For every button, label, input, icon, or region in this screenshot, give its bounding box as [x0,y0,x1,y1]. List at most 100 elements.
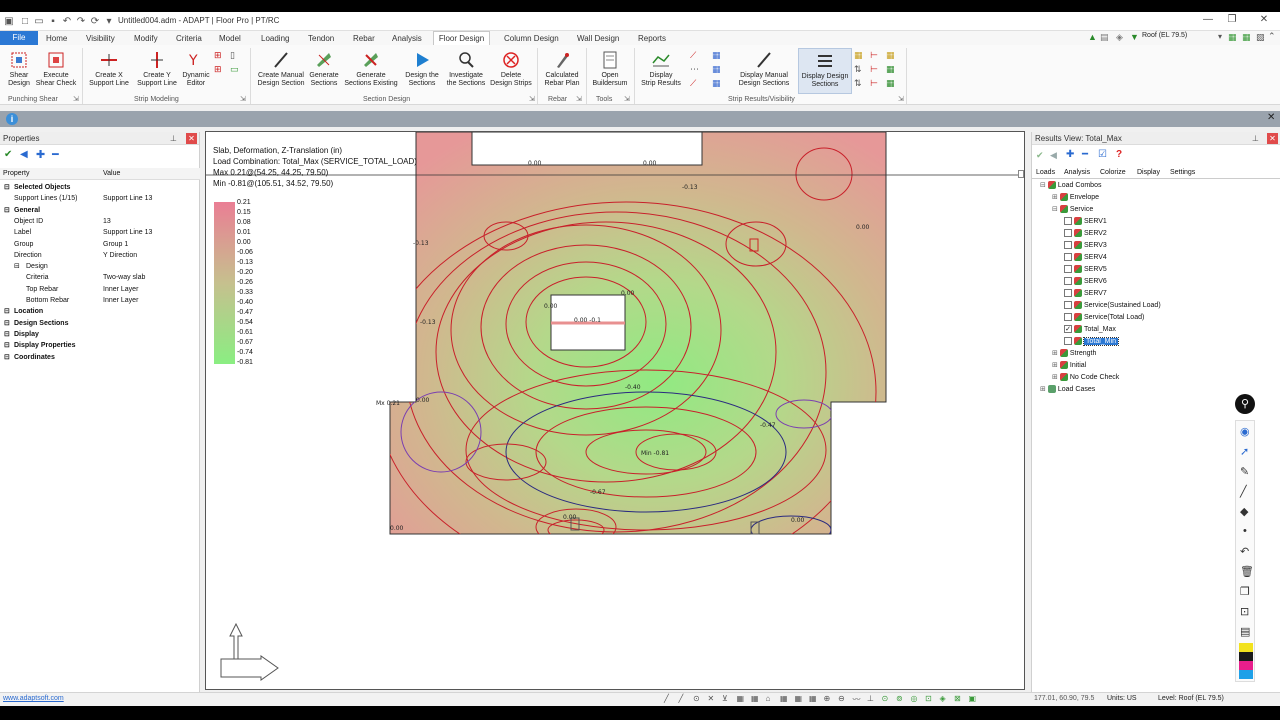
result-tool-icon[interactable]: ⟋ [690,78,696,89]
create-manual-design-section-button[interactable]: Create Manual Design Section [254,50,308,88]
design-the-sections-button[interactable]: Design the Sections [402,50,442,88]
undo-icon[interactable]: ↶ [1240,545,1249,558]
property-row[interactable]: Criteria Two-way slab [0,272,200,283]
view-icon-1[interactable]: ▦ [1228,32,1237,43]
close-results-icon[interactable]: ✕ [1267,133,1278,144]
property-value[interactable]: Support Line 13 [103,227,152,238]
status-tool-icon[interactable]: ▦ [795,694,803,703]
clipboard-icon[interactable]: ▤ [1240,625,1250,638]
expand-icon[interactable]: ⊟ [4,329,10,340]
select-cursor-icon[interactable]: ➚ [1240,445,1249,458]
delete-design-strips-button[interactable]: Delete Design Strips [488,50,534,88]
status-tool-icon[interactable]: ◎ [911,694,918,703]
status-tool-icon[interactable]: ⌂ [766,694,771,703]
remove-icon[interactable]: ━ [52,148,59,161]
property-value[interactable]: Inner Layer [103,295,138,306]
property-row[interactable]: Top Rebar Inner Layer [0,284,200,295]
close-info-icon[interactable]: ✕ [1267,112,1275,123]
status-tool-icon[interactable]: ⊡ [925,694,932,703]
remove-icon[interactable]: ━ [1082,149,1088,160]
checkbox[interactable] [1064,313,1072,322]
property-row[interactable]: Label Support Line 13 [0,227,200,238]
property-value[interactable]: Inner Layer [103,284,138,295]
checkbox[interactable] [1064,337,1072,346]
property-row[interactable]: ⊟ Design Sections [0,318,200,329]
strip-tool-icon[interactable]: ▯ [230,50,235,61]
expand-icon[interactable]: ⊞ [1052,362,1058,369]
tree-no-code-check[interactable]: ⊞ No Code Check [1052,373,1119,383]
menu-model[interactable]: Model [219,34,241,43]
view-icon-2[interactable]: ▦ [1242,32,1251,43]
tree-serv-6[interactable]: SERV6 [1064,277,1107,287]
property-row[interactable]: ⊟ Selected Objects [0,182,200,193]
status-tool-icon[interactable]: ⊠ [954,694,961,703]
property-row[interactable]: Direction Y Direction [0,250,200,261]
vis-tool-icon[interactable]: ▦ [886,78,895,89]
view-icon-3[interactable]: ▧ [1256,32,1265,43]
status-tool-icon[interactable]: ⊖ [838,694,845,703]
menu-modify[interactable]: Modify [134,34,158,43]
refresh-icon[interactable]: ⟳ [88,14,102,28]
apply-icon[interactable]: ✔ [1036,150,1044,161]
status-tool-icon[interactable]: ⊚ [896,694,903,703]
apply-icon[interactable]: ✔ [4,149,12,160]
minimize-button[interactable]: — [1196,14,1220,28]
property-row[interactable]: ⊟ Coordinates [0,352,200,363]
property-row[interactable]: Support Lines (1/15) Support Line 13 [0,193,200,204]
expand-icon[interactable]: ⊟ [4,182,10,193]
layers-icon[interactable]: ▤ [1100,32,1109,43]
copy-icon[interactable]: ❐ [1240,585,1250,598]
checkbox[interactable] [1064,301,1072,310]
checkbox[interactable] [1064,265,1072,274]
property-value[interactable]: Group 1 [103,239,128,250]
menu-wall-design[interactable]: Wall Design [577,34,619,43]
status-tool-icon[interactable]: ⊙ [693,694,700,703]
line-tool-icon[interactable]: ╱ [1240,485,1247,498]
status-tool-icon[interactable]: ▣ [969,694,977,703]
tab-loads[interactable]: Loads [1036,169,1055,176]
property-row[interactable]: ⊟ General [0,205,200,216]
shear-design-button[interactable]: Shear Design [4,50,34,88]
result-tool-icon[interactable]: ▦ [712,64,721,75]
vis-tool-icon[interactable]: ⇅ [854,64,862,75]
status-tool-icon[interactable]: ▦ [751,694,759,703]
plane-icon[interactable]: ◈ [1116,32,1123,43]
dialog-launcher-icon[interactable]: ⇲ [529,95,535,103]
dialog-launcher-icon[interactable]: ⇲ [73,95,79,103]
tree-strength[interactable]: ⊞ Strength [1052,349,1096,359]
investigate-sections-button[interactable]: Investigate the Sections [442,50,490,88]
location-pin-icon[interactable]: ⚲ [1235,394,1255,414]
property-row[interactable]: Object ID 13 [0,216,200,227]
tab-settings[interactable]: Settings [1170,169,1195,176]
pin-icon[interactable]: ⊥ [170,134,177,143]
tree-serv-1[interactable]: SERV1 [1064,217,1107,227]
tree-initial[interactable]: ⊞ Initial [1052,361,1086,371]
tree-total-min[interactable]: Total_Min [1064,337,1119,347]
create-x-support-line-button[interactable]: Create X Support Line [86,50,132,88]
calculated-rebar-plan-button[interactable]: Calculated Rebar Plan [540,50,584,88]
save-icon[interactable]: ▪ [46,14,60,28]
expand-icon[interactable]: ⊞ [1040,386,1046,393]
vis-tool-icon[interactable]: ⊢ [870,64,878,75]
status-tool-icon[interactable]: ◈ [940,694,946,703]
info-icon[interactable]: i [6,113,18,125]
expand-icon[interactable]: ⊞ [1052,194,1058,201]
tab-colorize[interactable]: Colorize [1100,169,1126,176]
expand-icon[interactable]: ⊟ [4,340,10,351]
close-properties-icon[interactable]: ✕ [186,133,197,144]
status-tool-icon[interactable]: ▦ [780,694,788,703]
redo-icon[interactable]: ↷ [74,14,88,28]
status-tool-icon[interactable]: ⊕ [824,694,831,703]
expand-icon[interactable]: ⊟ [4,318,10,329]
property-row[interactable]: Group Group 1 [0,239,200,250]
property-row[interactable]: ⊟ Display Properties [0,340,200,351]
dialog-launcher-icon[interactable]: ⇲ [624,95,630,103]
status-tool-icon[interactable]: ✕ [708,694,715,703]
level-up-icon[interactable]: ▲ [1088,32,1097,42]
tree-serv-4[interactable]: SERV4 [1064,253,1107,263]
level-selector[interactable]: Roof (EL 79.5) [1142,32,1222,43]
vis-tool-icon[interactable]: ⇅ [854,78,862,89]
slab-contour-plot[interactable]: 0.00 0.00 -0.13 -0.13 0.00 0.00 -0.1 0.00 -0.13… [206,132,1025,690]
generate-sections-button[interactable]: Generate Sections [306,50,342,88]
property-row[interactable]: ⊟ Location [0,306,200,317]
